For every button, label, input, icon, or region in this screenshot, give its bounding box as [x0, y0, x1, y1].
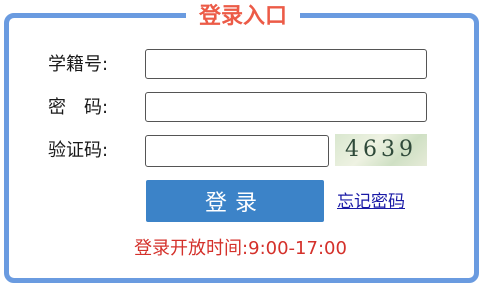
student-id-input[interactable] — [145, 49, 427, 79]
captcha-input[interactable] — [145, 135, 329, 167]
password-label: 密 码: — [48, 97, 109, 118]
captcha-image[interactable]: 4639 — [335, 134, 427, 166]
captcha-label: 验证码: — [48, 140, 109, 161]
login-hours-notice: 登录开放时间:9:00-17:00 — [134, 238, 347, 259]
student-id-label: 学籍号: — [48, 54, 109, 75]
login-button[interactable]: 登录 — [146, 180, 324, 222]
password-input[interactable] — [145, 92, 427, 122]
panel-title: 登录入口 — [186, 2, 300, 32]
forgot-password-link[interactable]: 忘记密码 — [337, 190, 405, 214]
